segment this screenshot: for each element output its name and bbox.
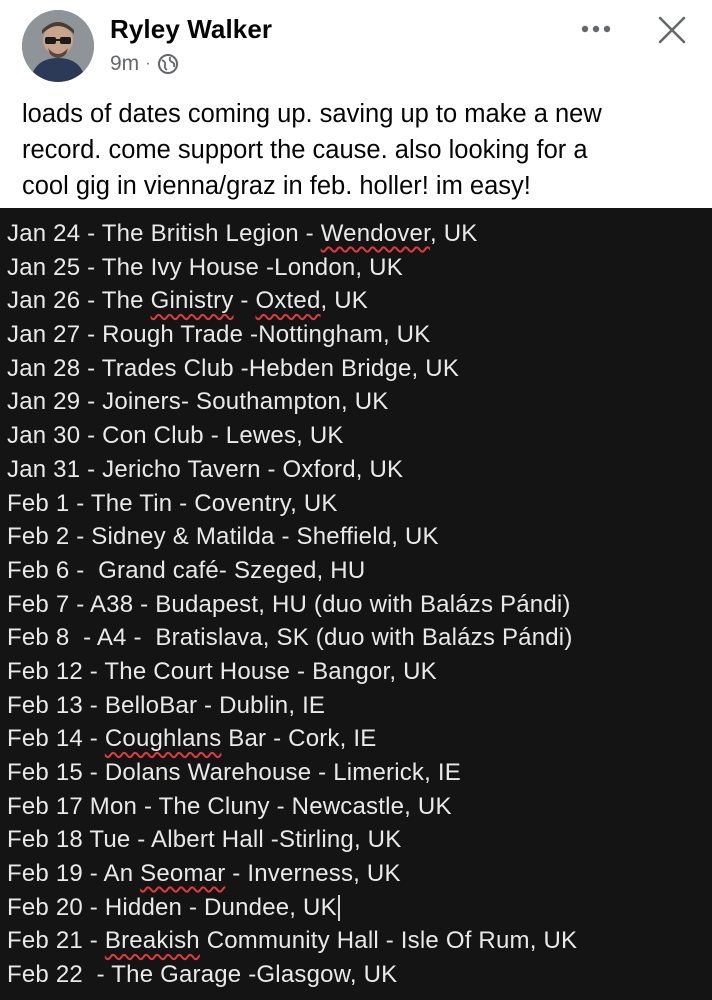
tour-date-text: Jan 30 - Con Club - Lewes, UK (7, 422, 344, 450)
tour-date-text: Community Hall - Isle Of Rum, UK (199, 927, 578, 955)
tour-date-line: Feb 17 Mon - The Cluny - Newcastle, UK (7, 790, 577, 824)
tour-date-line: Feb 2 - Sidney & Matilda - Sheffield, UK (7, 520, 577, 554)
avatar[interactable] (22, 10, 94, 82)
tour-date-text: Bar - Cork, IE (221, 725, 377, 753)
tour-date-text: - Inverness, UK (225, 860, 401, 888)
more-dots-icon[interactable] (576, 14, 616, 44)
tour-date-line: Jan 24 - The British Legion - Wendover, … (7, 217, 577, 251)
tour-date-line: Jan 31 - Jericho Tavern - Oxford, UK (7, 453, 577, 487)
tour-date-line: Feb 7 - A38 - Budapest, HU (duo with Bal… (7, 588, 577, 622)
globe-icon[interactable] (157, 53, 179, 75)
post-timestamp[interactable]: 9m (110, 52, 139, 76)
tour-date-text: Jan 26 - The (7, 287, 151, 315)
author-name[interactable]: Ryley Walker (110, 14, 272, 45)
tour-date-line: Feb 18 Tue - Albert Hall -Stirling, UK (7, 823, 577, 857)
post-header: Ryley Walker 9m · (0, 0, 712, 90)
tour-date-line: Jan 28 - Trades Club -Hebden Bridge, UK (7, 352, 577, 386)
post-text-line: loads of dates coming up. saving up to m… (22, 100, 602, 128)
tour-date-line: Feb 22 - The Garage -Glasgow, UK (7, 958, 577, 992)
tour-date-text: Feb 6 - Grand café- Szeged, HU (7, 556, 366, 584)
post-text: loads of dates coming up. saving up to m… (22, 96, 692, 204)
post-meta: 9m · (110, 52, 179, 76)
tour-date-line: Jan 29 - Joiners- Southampton, UK (7, 385, 577, 419)
tour-date-text: , UK (429, 220, 478, 247)
tour-date-line: Feb 21 - Breakish Community Hall - Isle … (7, 924, 577, 958)
tour-dates-list: Jan 24 - The British Legion - Wendover, … (7, 217, 577, 992)
tour-date-line: Feb 12 - The Court House - Bangor, UK (7, 655, 577, 689)
tour-date-text: Jan 29 - Joiners- Southampton, UK (7, 388, 389, 416)
tour-date-text: Feb 15 - Dolans Warehouse - Limerick, IE (7, 759, 461, 786)
tour-date-text: Feb 2 - Sidney & Matilda - Sheffield, UK (7, 523, 439, 551)
tour-date-text: Feb 12 - The Court House - Bangor, UK (7, 657, 437, 685)
spellcheck-word: Wendover (320, 220, 430, 247)
tour-date-text: Jan 24 - The British Legion - (7, 220, 321, 247)
tour-date-text: Feb 21 - (7, 927, 105, 955)
tour-date-line: Feb 20 - Hidden - Dundee, UK (7, 891, 577, 925)
tour-date-text: Jan 28 - Trades Club -Hebden Bridge, UK (7, 354, 460, 382)
tour-date-text: - (233, 287, 256, 315)
tour-date-line: Feb 8 - A4 - Bratislava, SK (duo with Ba… (7, 621, 577, 655)
tour-date-line: Jan 25 - The Ivy House -London, UK (7, 251, 577, 285)
tour-date-line: Jan 30 - Con Club - Lewes, UK (7, 419, 577, 453)
tour-date-text: Feb 22 - The Garage -Glasgow, UK (7, 961, 398, 989)
tour-date-line: Feb 15 - Dolans Warehouse - Limerick, IE (7, 756, 577, 790)
tour-date-text: Feb 19 - An (7, 860, 141, 888)
meta-separator: · (145, 55, 151, 72)
tour-date-line: Jan 27 - Rough Trade -Nottingham, UK (7, 318, 577, 352)
spellcheck-word: Breakish (104, 927, 200, 955)
tour-date-text: Feb 7 - A38 - Budapest, HU (duo with Bal… (7, 590, 571, 618)
tour-date-line: Feb 19 - An Seomar - Inverness, UK (7, 857, 577, 891)
tour-date-line: Feb 6 - Grand café- Szeged, HU (7, 554, 577, 588)
spellcheck-word: Seomar (140, 860, 226, 888)
post-text-line: record. come support the cause. also loo… (22, 136, 588, 164)
tour-date-text: Jan 27 - Rough Trade -Nottingham, UK (7, 321, 431, 349)
tour-date-text: Feb 8 - A4 - Bratislava, SK (duo with Ba… (7, 624, 573, 652)
tour-date-text: Feb 20 - Hidden - Dundee, UK (7, 893, 337, 921)
tour-date-text: Jan 25 - The Ivy House -London, UK (7, 253, 403, 281)
close-x-icon[interactable] (650, 8, 694, 52)
tour-date-line: Feb 13 - BelloBar - Dublin, IE (7, 689, 577, 723)
spellcheck-word: Coughlans (104, 725, 222, 753)
tour-date-text: Jan 31 - Jericho Tavern - Oxford, UK (7, 455, 404, 483)
text-cursor (337, 895, 340, 922)
tour-date-text: , UK (320, 287, 368, 315)
tour-date-text: Feb 17 Mon - The Cluny - Newcastle, UK (7, 792, 452, 820)
tour-date-line: Jan 26 - The Ginistry - Oxted, UK (7, 284, 577, 318)
post-text-line: cool gig in vienna/graz in feb. holler! … (22, 172, 531, 200)
tour-date-text: Feb 14 - (7, 725, 105, 753)
tour-date-line: Feb 14 - Coughlans Bar - Cork, IE (7, 722, 577, 756)
tour-date-line: Feb 1 - The Tin - Coventry, UK (7, 487, 577, 521)
tour-date-text: Feb 13 - BelloBar - Dublin, IE (7, 691, 326, 719)
spellcheck-word: Oxted (255, 287, 321, 315)
tour-date-text: Feb 18 Tue - Albert Hall -Stirling, UK (7, 826, 402, 854)
tour-date-text: Feb 1 - The Tin - Coventry, UK (7, 489, 338, 517)
spellcheck-word: Ginistry (150, 287, 234, 315)
tour-dates-image[interactable]: Jan 24 - The British Legion - Wendover, … (0, 208, 712, 1000)
